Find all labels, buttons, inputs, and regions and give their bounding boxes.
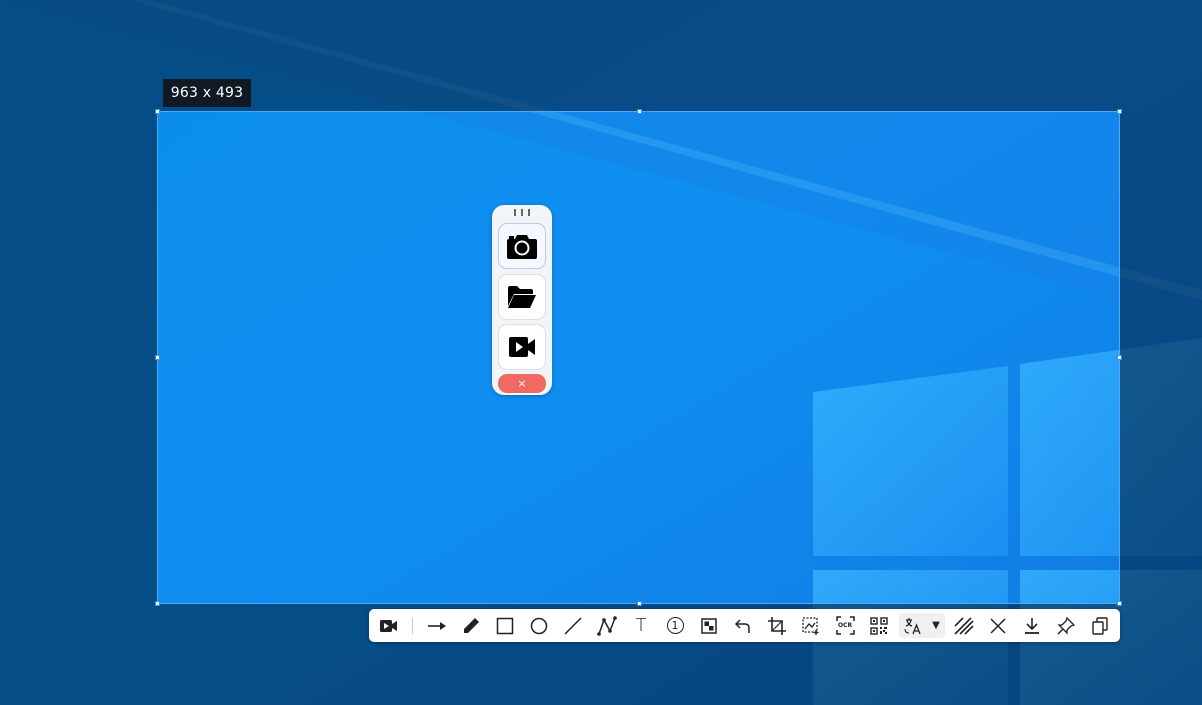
qr-code-icon bbox=[870, 616, 888, 635]
resize-handle-top-right[interactable] bbox=[1117, 109, 1122, 114]
hatch-icon bbox=[954, 616, 974, 635]
translate-dropdown-button[interactable]: ▼ bbox=[926, 613, 946, 638]
pin-icon bbox=[1057, 616, 1075, 635]
number-marker-icon: 1 bbox=[666, 617, 684, 634]
close-panel-button[interactable]: × bbox=[498, 374, 546, 393]
copy-button[interactable] bbox=[1087, 613, 1113, 638]
number-marker-tool-button[interactable]: 1 bbox=[662, 613, 688, 638]
folder-open-icon bbox=[508, 286, 536, 308]
translate-button[interactable] bbox=[900, 613, 926, 638]
capture-panel: × bbox=[492, 205, 552, 395]
text-tool-button[interactable]: T bbox=[628, 613, 654, 638]
cancel-icon bbox=[990, 617, 1006, 634]
resize-handle-right[interactable] bbox=[1117, 355, 1122, 360]
pencil-icon bbox=[464, 617, 479, 633]
resize-handle-bottom[interactable] bbox=[637, 601, 642, 606]
resize-handle-top[interactable] bbox=[637, 109, 642, 114]
dropdown-arrow-icon: ▼ bbox=[932, 620, 940, 631]
arrow-tool-button[interactable] bbox=[424, 613, 450, 638]
toolbar-separator bbox=[412, 618, 413, 634]
qr-code-button[interactable] bbox=[866, 613, 892, 638]
crop-button[interactable] bbox=[764, 613, 790, 638]
polyline-icon bbox=[597, 615, 617, 636]
undo-icon bbox=[734, 618, 750, 633]
rectangle-icon bbox=[496, 617, 514, 634]
line-tool-button[interactable] bbox=[560, 613, 586, 638]
undo-button[interactable] bbox=[730, 613, 756, 638]
resize-handle-left[interactable] bbox=[155, 355, 160, 360]
record-button[interactable] bbox=[498, 324, 546, 370]
arrow-icon bbox=[428, 621, 446, 630]
annotation-toolbar: T 1 OCR ▼ bbox=[369, 609, 1120, 642]
pencil-tool-button[interactable] bbox=[458, 613, 484, 638]
selection-region[interactable] bbox=[155, 109, 1122, 606]
pin-button[interactable] bbox=[1053, 613, 1079, 638]
ellipse-tool-button[interactable] bbox=[526, 613, 552, 638]
translate-icon bbox=[904, 617, 921, 634]
line-icon bbox=[564, 616, 582, 635]
polyline-tool-button[interactable] bbox=[594, 613, 620, 638]
number-marker-label: 1 bbox=[671, 619, 679, 632]
ocr-icon: OCR bbox=[835, 616, 855, 635]
image-edit-icon bbox=[802, 616, 819, 635]
resize-handle-bottom-right[interactable] bbox=[1117, 601, 1122, 606]
video-record-icon bbox=[380, 619, 397, 632]
video-record-button[interactable] bbox=[376, 613, 402, 638]
video-camera-icon bbox=[509, 337, 535, 357]
rectangle-tool-button[interactable] bbox=[492, 613, 518, 638]
selection-size-label: 963 x 493 bbox=[163, 79, 251, 107]
ocr-button[interactable]: OCR bbox=[832, 613, 858, 638]
open-file-button[interactable] bbox=[498, 274, 546, 320]
text-icon: T bbox=[635, 615, 647, 636]
screenshot-button[interactable] bbox=[498, 223, 546, 269]
hatch-tool-button[interactable] bbox=[951, 613, 977, 638]
ellipse-icon bbox=[530, 617, 548, 634]
cancel-button[interactable] bbox=[985, 613, 1011, 638]
image-edit-button[interactable] bbox=[798, 613, 824, 638]
crop-icon bbox=[768, 616, 786, 635]
download-icon bbox=[1025, 617, 1039, 634]
copy-icon bbox=[1092, 616, 1108, 635]
mosaic-tool-button[interactable] bbox=[696, 613, 722, 638]
resize-handle-top-left[interactable] bbox=[155, 109, 160, 114]
camera-icon bbox=[507, 235, 537, 259]
resize-handle-bottom-left[interactable] bbox=[155, 601, 160, 606]
download-button[interactable] bbox=[1019, 613, 1045, 638]
mosaic-icon bbox=[701, 617, 717, 634]
drag-handle[interactable] bbox=[492, 209, 552, 219]
